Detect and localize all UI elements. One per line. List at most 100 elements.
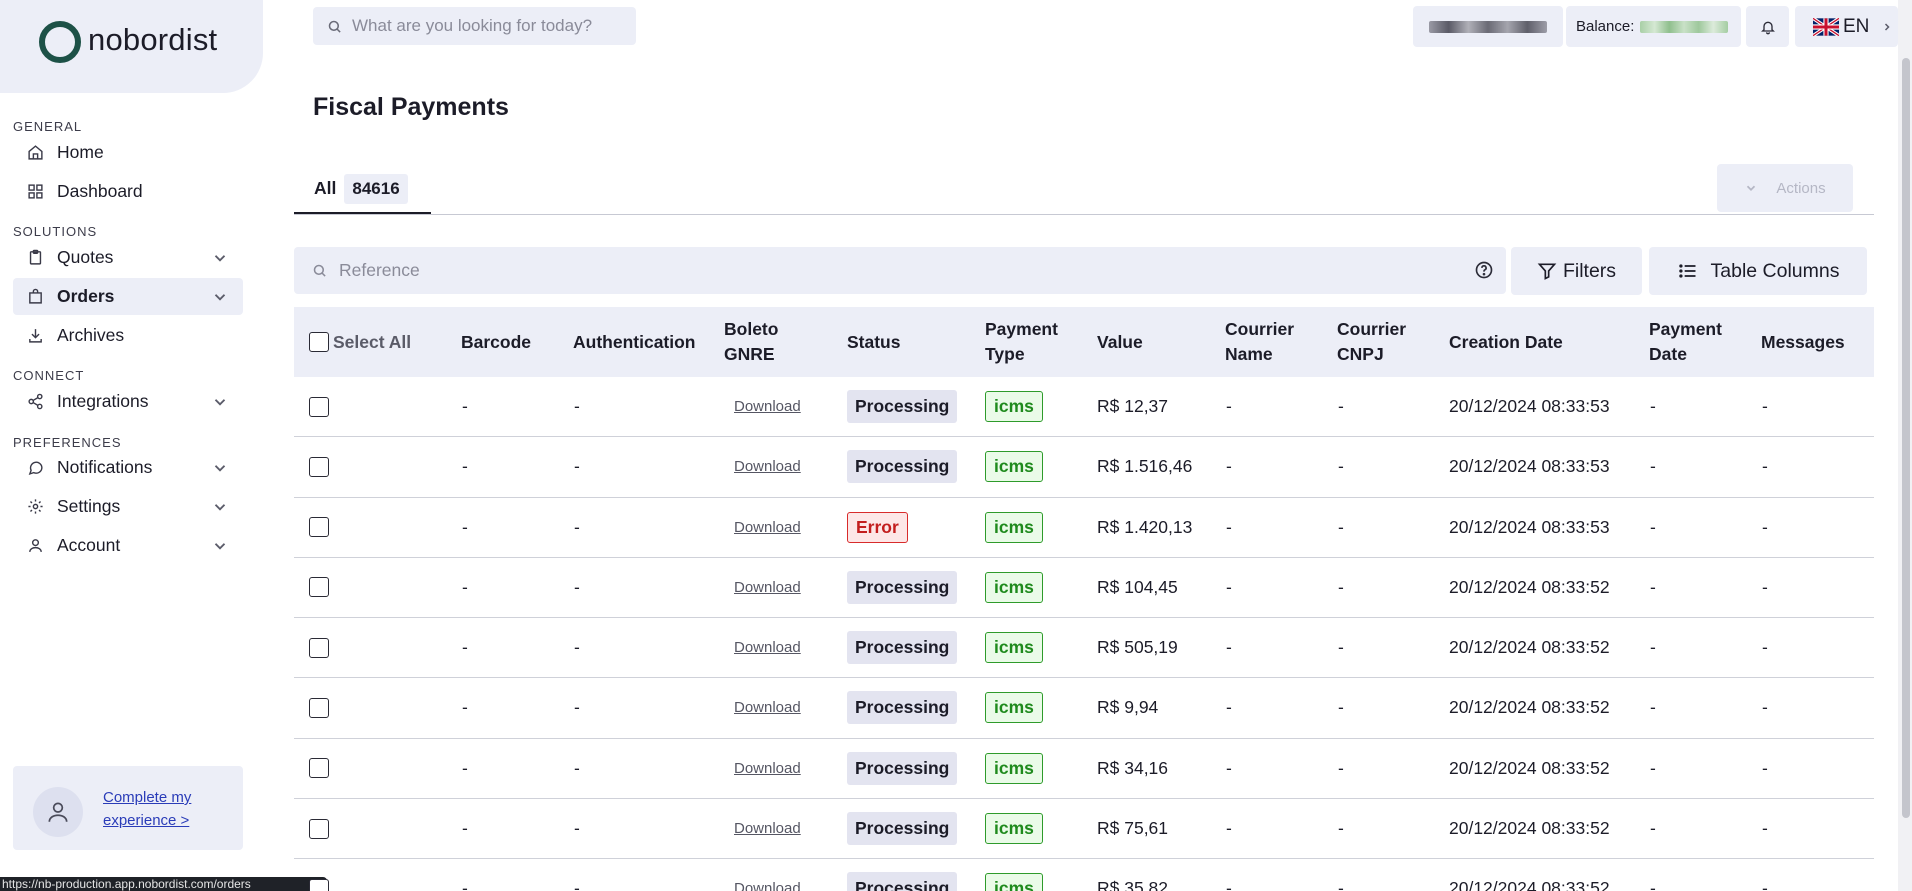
row-checkbox[interactable] [309, 637, 329, 658]
search-placeholder: What are you looking for today? [352, 16, 593, 35]
sidebar-item-integrations[interactable]: Integrations [13, 383, 243, 420]
section-solutions: SOLUTIONS [13, 224, 98, 239]
payment-type-badge: icms [985, 571, 1043, 603]
header-courier-name[interactable]: Courrier Name [1225, 307, 1294, 377]
header-payment-date-line2: Date [1649, 344, 1687, 364]
boleto-download-link[interactable]: Download [734, 398, 801, 415]
header-payment-type[interactable]: Payment Type [985, 307, 1058, 377]
select-all[interactable]: Select All [309, 307, 411, 377]
bag-icon [25, 287, 45, 307]
boleto-download-link[interactable]: Download [734, 820, 801, 837]
cell-barcode: - [462, 456, 468, 477]
table-header: Select All Barcode Authentication Boleto… [294, 307, 1874, 377]
boleto-download-link[interactable]: Download [734, 760, 801, 777]
complete-profile-card: Complete my experience > [13, 766, 243, 850]
boleto-download-link[interactable]: Download [734, 579, 801, 596]
help-icon[interactable] [1474, 260, 1494, 280]
row-checkbox[interactable] [309, 697, 329, 718]
actions-label: Actions [1776, 179, 1826, 197]
sidebar-item-orders[interactable]: Orders [13, 278, 243, 315]
header-authentication[interactable]: Authentication [573, 307, 696, 377]
cell-courier-cnpj: - [1338, 637, 1344, 658]
payment-type-badge: icms [985, 873, 1043, 891]
header-barcode[interactable]: Barcode [461, 307, 531, 377]
row-checkbox[interactable] [309, 456, 329, 477]
sidebar-item-quotes[interactable]: Quotes [13, 239, 243, 276]
header-courier-cnpj[interactable]: Courrier CNPJ [1337, 307, 1406, 377]
table-row[interactable]: - - Download Processing icms R$ 1.516,46… [294, 437, 1874, 498]
row-checkbox[interactable] [309, 878, 329, 891]
logo[interactable]: nobordist [0, 0, 263, 93]
complete-experience-link[interactable]: Complete my experience > [103, 786, 233, 832]
boleto-download-link[interactable]: Download [734, 880, 801, 891]
user-name-chip[interactable] [1413, 6, 1563, 47]
sidebar-item-label: Settings [57, 496, 121, 516]
table-row[interactable]: - - Download Processing icms R$ 12,37 - … [294, 377, 1874, 438]
header-payment-date-line1: Payment [1649, 319, 1722, 339]
logo-ring-icon [39, 21, 81, 63]
scrollbar-thumb[interactable] [1902, 58, 1910, 818]
header-boleto-gnre[interactable]: Boleto GNRE [724, 307, 778, 377]
clipboard-icon [25, 248, 45, 268]
row-checkbox[interactable] [309, 577, 329, 598]
table-row[interactable]: - - Download Processing icms R$ 35,82 - … [294, 859, 1874, 891]
table-row[interactable]: - - Download Processing icms R$ 104,45 -… [294, 558, 1874, 619]
header-creation-date[interactable]: Creation Date [1449, 307, 1563, 377]
chevron-down-icon [214, 543, 226, 550]
sidebar-item-home[interactable]: Home [13, 134, 243, 171]
uk-flag-icon [1813, 17, 1839, 36]
sidebar-item-label: Orders [57, 286, 115, 306]
avatar [33, 787, 83, 837]
table-row[interactable]: - - Download Error icms R$ 1.420,13 - - … [294, 498, 1874, 558]
filters-button[interactable]: Filters [1511, 247, 1642, 295]
payment-type-badge: icms [985, 752, 1043, 784]
status-badge: Processing [847, 751, 958, 785]
row-checkbox[interactable] [309, 758, 329, 779]
status-badge: Processing [847, 872, 958, 891]
cell-courier-name: - [1226, 697, 1232, 718]
header-payment-type-line2: Type [985, 344, 1025, 364]
header-messages[interactable]: Messages [1761, 307, 1845, 377]
sidebar-item-settings[interactable]: Settings [13, 488, 243, 525]
boleto-download-link[interactable]: Download [734, 458, 801, 475]
cell-barcode: - [462, 697, 468, 718]
status-badge: Processing [847, 691, 958, 725]
actions-button[interactable]: Actions [1717, 164, 1853, 212]
header-status[interactable]: Status [847, 307, 900, 377]
cell-creation-date: 20/12/2024 08:33:52 [1449, 576, 1610, 597]
table-columns-button[interactable]: Table Columns [1649, 247, 1867, 295]
sidebar-item-archives[interactable]: Archives [13, 317, 243, 354]
boleto-download-link[interactable]: Download [734, 519, 801, 536]
notifications-button[interactable] [1746, 6, 1789, 47]
tab-all[interactable]: All 84616 [294, 165, 431, 215]
header-value[interactable]: Value [1097, 307, 1143, 377]
select-all-checkbox[interactable] [309, 332, 329, 352]
sidebar-item-notifications[interactable]: Notifications [13, 449, 243, 486]
table-row[interactable]: - - Download Processing icms R$ 505,19 -… [294, 618, 1874, 679]
boleto-download-link[interactable]: Download [734, 639, 801, 656]
cell-authentication: - [574, 697, 580, 718]
home-icon [25, 143, 45, 163]
user-name-redacted [1429, 20, 1547, 33]
sidebar-item-account[interactable]: Account [13, 527, 243, 564]
cell-payment-date: - [1650, 757, 1656, 778]
cell-value: R$ 35,82 [1097, 878, 1169, 891]
header-payment-date[interactable]: Payment Date [1649, 307, 1722, 377]
table-row[interactable]: - - Download Processing icms R$ 75,61 - … [294, 799, 1874, 860]
row-checkbox[interactable] [309, 818, 329, 839]
reference-search-input[interactable]: Reference [294, 247, 1506, 294]
boleto-download-link[interactable]: Download [734, 699, 801, 716]
table-columns-label: Table Columns [1710, 259, 1840, 282]
cell-barcode: - [462, 637, 468, 658]
sidebar-item-label: Notifications [57, 457, 153, 477]
row-checkbox[interactable] [309, 396, 329, 417]
table-row[interactable]: - - Download Processing icms R$ 9,94 - -… [294, 678, 1874, 739]
global-search-input[interactable]: What are you looking for today? [313, 7, 636, 45]
language-selector[interactable]: EN [1795, 6, 1898, 47]
sidebar-item-dashboard[interactable]: Dashboard [13, 173, 243, 210]
cell-creation-date: 20/12/2024 08:33:53 [1449, 456, 1610, 477]
row-checkbox[interactable] [309, 517, 329, 538]
table-row[interactable]: - - Download Processing icms R$ 34,16 - … [294, 739, 1874, 800]
page-title: Fiscal Payments [313, 93, 509, 121]
search-icon [313, 264, 326, 277]
